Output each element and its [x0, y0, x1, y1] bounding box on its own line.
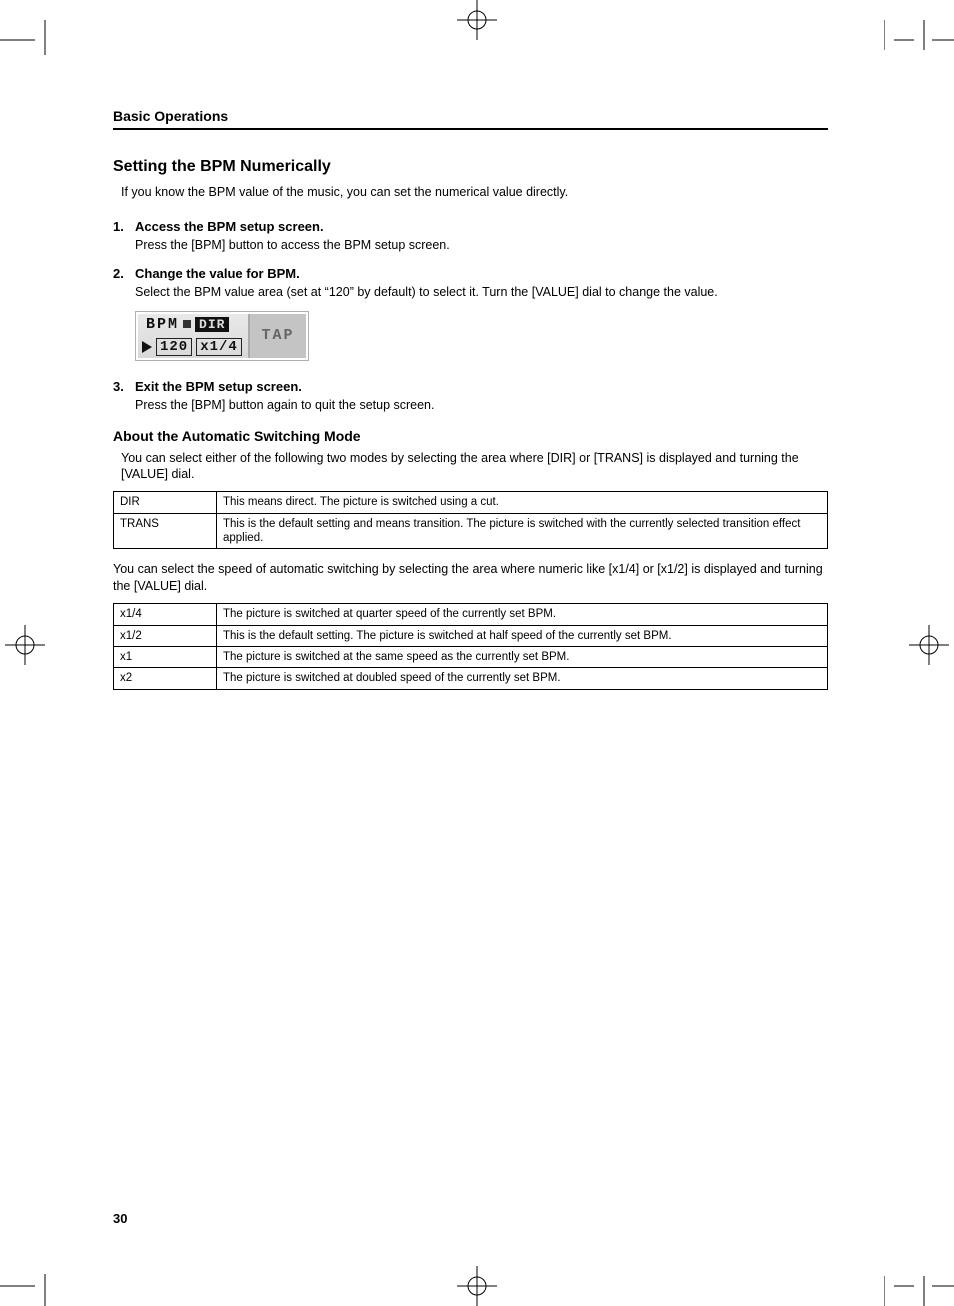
content-area: Basic Operations Setting the BPM Numeric…: [113, 108, 828, 702]
lcd-value: 120: [156, 338, 192, 356]
speed-key: x1/2: [114, 625, 217, 646]
crop-mark: [884, 20, 954, 60]
speed-key: x1/4: [114, 604, 217, 625]
mode-key: DIR: [114, 492, 217, 513]
table-row: TRANS This is the default setting and me…: [114, 513, 828, 549]
speed-key: x2: [114, 668, 217, 689]
steps-list: Access the BPM setup screen. Press the […: [113, 219, 828, 414]
mode-key: TRANS: [114, 513, 217, 549]
step-title: Access the BPM setup screen.: [135, 219, 828, 234]
running-head: Basic Operations: [113, 108, 828, 130]
lcd-mode: DIR: [195, 317, 229, 332]
section-intro: If you know the BPM value of the music, …: [121, 184, 828, 201]
table-row: x1/4 The picture is switched at quarter …: [114, 604, 828, 625]
step-body: Select the BPM value area (set at “120” …: [135, 284, 828, 301]
subsection-title: About the Automatic Switching Mode: [113, 428, 828, 444]
mode-intro: You can select either of the following t…: [121, 450, 828, 484]
registration-mark: [909, 625, 949, 665]
table-row: x2 The picture is switched at doubled sp…: [114, 668, 828, 689]
table-row: DIR This means direct. The picture is sw…: [114, 492, 828, 513]
speed-key: x1: [114, 646, 217, 667]
step-title: Change the value for BPM.: [135, 266, 828, 281]
step-1: Access the BPM setup screen. Press the […: [113, 219, 828, 254]
mode-desc: This is the default setting and means tr…: [217, 513, 828, 549]
speed-table: x1/4 The picture is switched at quarter …: [113, 603, 828, 690]
speed-desc: The picture is switched at quarter speed…: [217, 604, 828, 625]
speed-desc: The picture is switched at doubled speed…: [217, 668, 828, 689]
mode-desc: This means direct. The picture is switch…: [217, 492, 828, 513]
step-body: Press the [BPM] button again to quit the…: [135, 397, 828, 414]
registration-mark: [457, 1266, 497, 1306]
mode-table: DIR This means direct. The picture is sw…: [113, 491, 828, 549]
step-title: Exit the BPM setup screen.: [135, 379, 828, 394]
step-3: Exit the BPM setup screen. Press the [BP…: [113, 379, 828, 414]
registration-mark: [457, 0, 497, 40]
blink-icon: [183, 320, 191, 328]
registration-mark: [5, 625, 45, 665]
page-number: 30: [113, 1211, 127, 1226]
lcd-rate: x1/4: [196, 338, 242, 356]
crop-mark: [0, 1266, 55, 1306]
lcd-bpm-label: BPM: [146, 316, 179, 333]
lcd-screenshot: BPM DIR 120 x1/4 TAP: [135, 311, 309, 361]
crop-mark: [0, 20, 55, 60]
speed-desc: This is the default setting. The picture…: [217, 625, 828, 646]
table-row: x1/2 This is the default setting. The pi…: [114, 625, 828, 646]
step-body: Press the [BPM] button to access the BPM…: [135, 237, 828, 254]
page: Basic Operations Setting the BPM Numeric…: [0, 0, 954, 1306]
step-2: Change the value for BPM. Select the BPM…: [113, 266, 828, 367]
table-row: x1 The picture is switched at the same s…: [114, 646, 828, 667]
crop-mark: [884, 1266, 954, 1306]
speed-intro: You can select the speed of automatic sw…: [113, 561, 828, 595]
lcd-tap: TAP: [249, 314, 306, 358]
play-icon: [142, 341, 152, 353]
speed-desc: The picture is switched at the same spee…: [217, 646, 828, 667]
section-title: Setting the BPM Numerically: [113, 158, 828, 176]
